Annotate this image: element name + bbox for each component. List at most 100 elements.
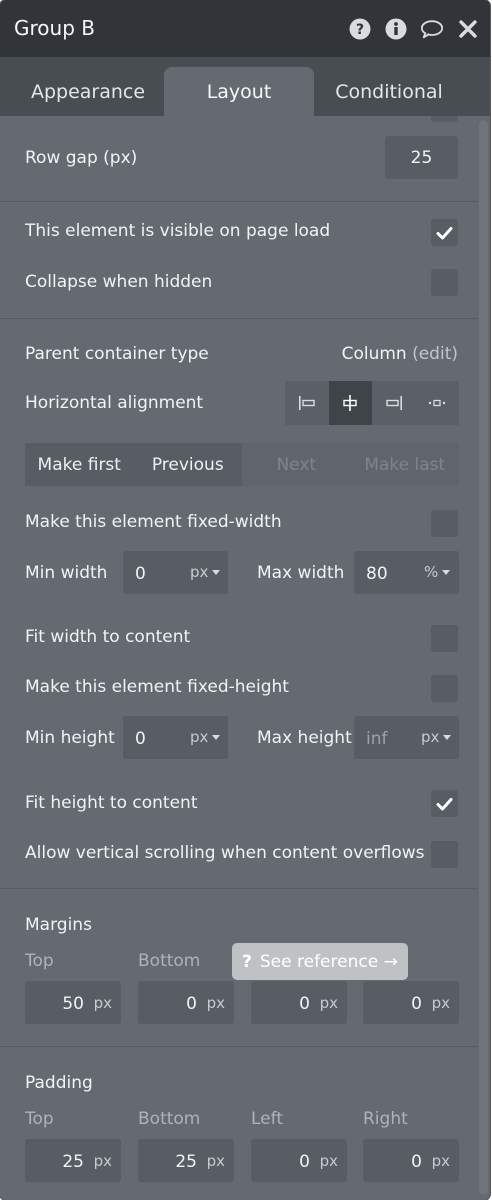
row-gap-label: Row gap (px) bbox=[25, 148, 138, 168]
align-distribute-icon bbox=[429, 399, 446, 407]
clipped-checkbox bbox=[431, 116, 458, 122]
fixed-height-checkbox[interactable] bbox=[431, 675, 458, 702]
align-right-icon bbox=[386, 396, 402, 410]
min-height-label: Min height bbox=[25, 728, 115, 748]
margin-bottom-value: 0 bbox=[186, 994, 197, 1014]
padding-bottom-input[interactable]: 25 px bbox=[138, 1139, 234, 1182]
min-height-value: 0 bbox=[135, 729, 146, 749]
align-distribute-button[interactable] bbox=[415, 381, 459, 425]
max-height-placeholder: inf bbox=[366, 729, 388, 749]
divider bbox=[0, 1046, 478, 1047]
see-reference-tooltip[interactable]: ? See reference → bbox=[232, 943, 408, 980]
row-gap-input[interactable]: 25 bbox=[385, 136, 458, 179]
padding-left-unit: px bbox=[319, 1152, 338, 1170]
margin-right-unit: px bbox=[431, 994, 450, 1012]
unit-label: px bbox=[190, 728, 209, 746]
unit-label: px bbox=[190, 563, 209, 581]
align-center-icon bbox=[343, 395, 357, 411]
min-height-input[interactable]: 0 px bbox=[123, 716, 228, 759]
padding-right-label: Right bbox=[363, 1109, 408, 1129]
margin-left-value: 0 bbox=[299, 994, 310, 1014]
fixed-width-checkbox[interactable] bbox=[431, 510, 458, 537]
fit-width-checkbox[interactable] bbox=[431, 625, 458, 652]
chevron-down-icon bbox=[212, 735, 221, 740]
parent-container-type-label: Parent container type bbox=[25, 344, 209, 364]
tab-conditional[interactable]: Conditional bbox=[314, 67, 464, 116]
align-left-icon bbox=[298, 396, 315, 410]
min-height-unit-select[interactable]: px bbox=[190, 728, 221, 746]
title-bar[interactable]: Group B ? bbox=[0, 0, 490, 57]
align-left-button[interactable] bbox=[285, 381, 329, 425]
padding-bottom-value: 25 bbox=[175, 1152, 197, 1172]
title-icons: ? bbox=[348, 17, 480, 41]
min-width-value: 0 bbox=[135, 564, 146, 584]
padding-bottom-label: Bottom bbox=[138, 1109, 201, 1129]
padding-left-input[interactable]: 0 px bbox=[251, 1139, 347, 1182]
padding-heading: Padding bbox=[25, 1073, 93, 1093]
close-icon[interactable] bbox=[456, 17, 480, 41]
vertical-scroll-checkbox[interactable] bbox=[431, 841, 458, 868]
padding-right-unit: px bbox=[431, 1152, 450, 1170]
visible-on-load-label: This element is visible on page load bbox=[25, 221, 331, 241]
tab-appearance[interactable]: Appearance bbox=[13, 67, 163, 116]
previous-button[interactable]: Previous bbox=[133, 443, 242, 486]
margin-left-input[interactable]: 0 px bbox=[251, 981, 347, 1024]
margin-top-unit: px bbox=[93, 994, 112, 1012]
margin-top-value: 50 bbox=[62, 994, 84, 1014]
tab-layout[interactable]: Layout bbox=[164, 67, 314, 116]
align-center-button[interactable] bbox=[328, 381, 372, 425]
divider bbox=[0, 888, 478, 889]
margin-top-input[interactable]: 50 px bbox=[25, 981, 121, 1024]
margins-heading: Margins bbox=[25, 915, 92, 935]
min-width-input[interactable]: 0 px bbox=[123, 551, 228, 594]
chevron-down-icon bbox=[443, 735, 452, 740]
container-type-value: Column bbox=[341, 344, 407, 364]
max-width-value: 80 bbox=[366, 564, 388, 584]
fixed-height-label: Make this element fixed-height bbox=[25, 677, 289, 697]
max-height-unit-select[interactable]: px bbox=[421, 728, 452, 746]
chevron-down-icon bbox=[442, 570, 451, 575]
padding-top-input[interactable]: 25 px bbox=[25, 1139, 121, 1182]
make-first-button[interactable]: Make first bbox=[25, 443, 134, 486]
help-icon[interactable]: ? bbox=[348, 17, 372, 41]
align-right-button[interactable] bbox=[372, 381, 416, 425]
max-height-input[interactable]: inf px bbox=[354, 716, 459, 759]
collapse-when-hidden-checkbox[interactable] bbox=[431, 269, 458, 296]
comment-icon[interactable] bbox=[420, 17, 444, 41]
padding-top-label: Top bbox=[25, 1109, 54, 1129]
edit-container-link[interactable]: (edit) bbox=[412, 344, 458, 364]
parent-container-type-value: Column (edit) bbox=[342, 344, 458, 364]
checkmark-icon bbox=[436, 797, 453, 810]
unit-label: % bbox=[424, 563, 439, 581]
make-last-button[interactable]: Make last bbox=[350, 443, 459, 486]
chevron-down-icon bbox=[212, 570, 221, 575]
help-icon: ? bbox=[242, 951, 252, 972]
checkmark-icon bbox=[436, 226, 453, 239]
next-button[interactable]: Next bbox=[242, 443, 351, 486]
margin-bottom-label: Bottom bbox=[138, 951, 201, 971]
fit-height-checkbox[interactable] bbox=[431, 790, 458, 817]
margin-top-label: Top bbox=[25, 951, 54, 971]
see-reference-text: See reference → bbox=[259, 951, 398, 972]
collapse-when-hidden-label: Collapse when hidden bbox=[25, 272, 213, 292]
margin-bottom-unit: px bbox=[206, 994, 225, 1012]
visible-on-load-checkbox[interactable] bbox=[431, 219, 458, 246]
padding-left-label: Left bbox=[251, 1109, 283, 1129]
padding-right-input[interactable]: 0 px bbox=[363, 1139, 459, 1182]
margin-bottom-input[interactable]: 0 px bbox=[138, 981, 234, 1024]
info-icon[interactable] bbox=[384, 17, 408, 41]
max-width-input[interactable]: 80 % bbox=[354, 551, 459, 594]
element-order-group: Make first Previous Next Make last bbox=[25, 443, 459, 486]
fixed-width-label: Make this element fixed-width bbox=[25, 512, 282, 532]
max-width-unit-select[interactable]: % bbox=[424, 563, 451, 581]
padding-bottom-unit: px bbox=[206, 1152, 225, 1170]
padding-left-value: 0 bbox=[299, 1152, 310, 1172]
margin-right-input[interactable]: 0 px bbox=[363, 981, 459, 1024]
horizontal-alignment-label: Horizontal alignment bbox=[25, 393, 204, 413]
vertical-scrollbar[interactable] bbox=[479, 120, 488, 1195]
padding-right-value: 0 bbox=[411, 1152, 422, 1172]
margin-left-unit: px bbox=[319, 994, 338, 1012]
min-width-unit-select[interactable]: px bbox=[190, 563, 221, 581]
max-width-label: Max width bbox=[257, 563, 345, 583]
divider bbox=[0, 201, 478, 202]
